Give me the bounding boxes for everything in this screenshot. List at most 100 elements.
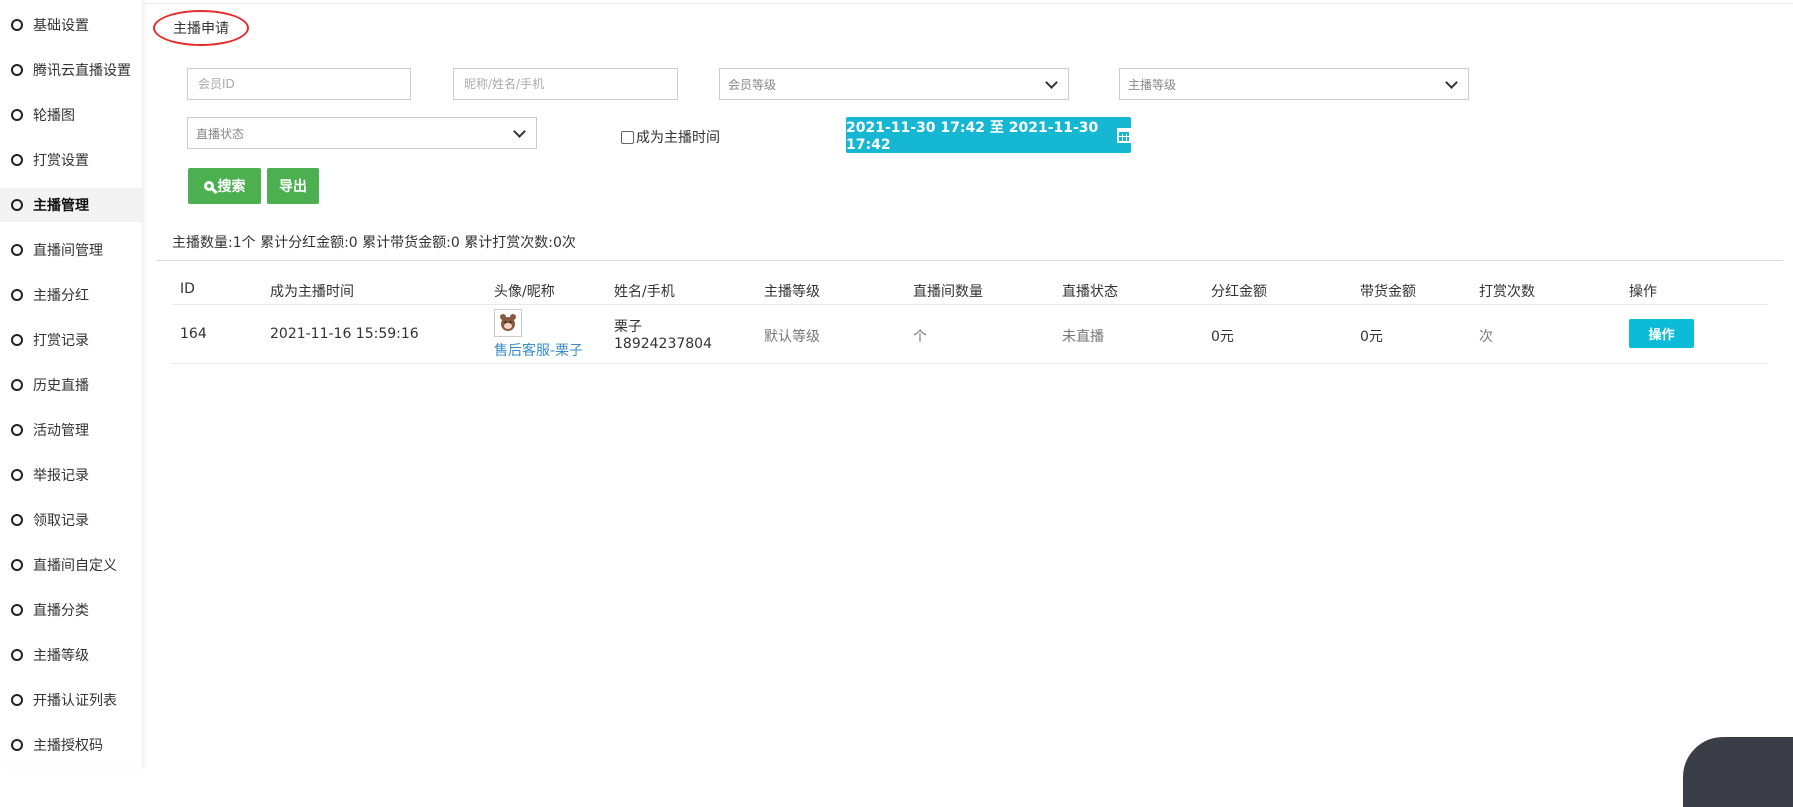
- header-divider: [172, 304, 1768, 305]
- sidebar: 基础设置 腾讯云直播设置 轮播图 打赏设置 主播管理 直播间管理 主播分红 打赏…: [0, 0, 143, 767]
- avatar: [494, 309, 522, 337]
- cell-rooms: 个: [913, 329, 927, 345]
- member-id-input[interactable]: [196, 76, 402, 92]
- sidebar-item-anchor-management[interactable]: 主播管理: [0, 188, 142, 222]
- circle-icon: [11, 334, 23, 346]
- search-button[interactable]: 搜索: [188, 168, 261, 204]
- circle-icon: [11, 154, 23, 166]
- tab-anchor-application[interactable]: 主播申请: [153, 10, 249, 46]
- chevron-down-icon: [513, 124, 526, 138]
- circle-icon: [11, 514, 23, 526]
- sidebar-item-tip-records[interactable]: 打赏记录: [0, 323, 142, 357]
- header-dividend: 分红金额: [1211, 284, 1267, 300]
- checkbox-label: 成为主播时间: [636, 130, 720, 146]
- header-level: 主播等级: [764, 284, 820, 300]
- anchor-level-select[interactable]: 主播等级: [1119, 68, 1469, 100]
- sidebar-item-label: 直播分类: [33, 603, 89, 619]
- sidebar-item-label: 主播授权码: [33, 738, 103, 754]
- circle-icon: [11, 739, 23, 751]
- section-divider: [157, 260, 1783, 261]
- circle-icon: [11, 694, 23, 706]
- header-status: 直播状态: [1062, 284, 1118, 300]
- sidebar-item-label: 领取记录: [33, 513, 89, 529]
- cell-goods: 0元: [1360, 329, 1383, 345]
- sidebar-item-label: 主播管理: [33, 198, 89, 214]
- circle-icon: [11, 649, 23, 661]
- member-id-field[interactable]: [187, 68, 411, 100]
- sidebar-item-room-custom[interactable]: 直播间自定义: [0, 548, 142, 582]
- sidebar-item-room-management[interactable]: 直播间管理: [0, 233, 142, 267]
- name-phone-field[interactable]: [453, 68, 678, 100]
- sidebar-item-carousel[interactable]: 轮播图: [0, 98, 142, 132]
- header-tips: 打赏次数: [1479, 284, 1535, 300]
- circle-icon: [11, 604, 23, 616]
- sidebar-item-label: 打赏记录: [33, 333, 89, 349]
- sidebar-item-live-category[interactable]: 直播分类: [0, 593, 142, 627]
- cell-nickname[interactable]: 售后客服-栗子: [494, 340, 583, 360]
- sidebar-item-label: 开播认证列表: [33, 693, 117, 709]
- cell-name: 栗子: [614, 319, 642, 335]
- top-divider: [142, 3, 1793, 4]
- header-op: 操作: [1629, 284, 1657, 300]
- sidebar-item-certification-list[interactable]: 开播认证列表: [0, 683, 142, 717]
- header-rooms: 直播间数量: [913, 284, 983, 300]
- member-level-select[interactable]: 会员等级: [719, 68, 1069, 100]
- select-value: 主播等级: [1128, 77, 1177, 92]
- circle-icon: [11, 469, 23, 481]
- circle-icon: [11, 109, 23, 121]
- export-button[interactable]: 导出: [267, 168, 319, 204]
- sidebar-item-label: 基础设置: [33, 18, 89, 34]
- select-value: 会员等级: [728, 77, 777, 92]
- circle-icon: [11, 244, 23, 256]
- header-avatar: 头像/昵称: [494, 284, 555, 300]
- cell-tips: 次: [1479, 329, 1493, 345]
- select-value: 直播状态: [196, 126, 245, 141]
- circle-icon: [11, 559, 23, 571]
- sidebar-item-anchor-level[interactable]: 主播等级: [0, 638, 142, 672]
- floating-widget[interactable]: [1683, 737, 1793, 807]
- sidebar-item-tip-settings[interactable]: 打赏设置: [0, 143, 142, 177]
- cell-phone: 18924237804: [614, 336, 712, 352]
- checkbox-box[interactable]: [621, 130, 634, 144]
- chevron-down-icon: [1045, 75, 1058, 89]
- sidebar-item-history-live[interactable]: 历史直播: [0, 368, 142, 402]
- circle-icon: [11, 64, 23, 76]
- date-range-text: 2021-11-30 17:42 至 2021-11-30 17:42: [846, 120, 1099, 153]
- sidebar-item-label: 直播间自定义: [33, 558, 117, 574]
- chevron-down-icon: [1445, 75, 1458, 89]
- sidebar-item-activity-management[interactable]: 活动管理: [0, 413, 142, 447]
- header-name: 姓名/手机: [614, 284, 675, 300]
- circle-icon: [11, 289, 23, 301]
- header-goods: 带货金额: [1360, 284, 1416, 300]
- search-button-label: 搜索: [217, 179, 246, 195]
- sidebar-item-claim-records[interactable]: 领取记录: [0, 503, 142, 537]
- summary-stats: 主播数量:1个 累计分红金额:0 累计带货金额:0 累计打赏次数:0次: [172, 235, 576, 251]
- sidebar-item-anchor-dividend[interactable]: 主播分红: [0, 278, 142, 312]
- header-id: ID: [180, 281, 195, 297]
- sidebar-item-label: 轮播图: [33, 108, 75, 124]
- sidebar-item-label: 腾讯云直播设置: [33, 63, 131, 79]
- circle-icon: [11, 199, 23, 211]
- date-range-picker[interactable]: 2021-11-30 17:42 至 2021-11-30 17:42: [846, 117, 1131, 153]
- search-icon: [203, 181, 214, 191]
- sidebar-item-tencent-live-settings[interactable]: 腾讯云直播设置: [0, 53, 142, 87]
- become-anchor-time-checkbox[interactable]: 成为主播时间: [621, 127, 720, 147]
- circle-icon: [11, 424, 23, 436]
- name-phone-input[interactable]: [462, 76, 669, 92]
- sidebar-item-report-records[interactable]: 举报记录: [0, 458, 142, 492]
- calendar-icon: [1117, 127, 1131, 143]
- sidebar-item-auth-code[interactable]: 主播授权码: [0, 728, 142, 762]
- sidebar-item-basic-settings[interactable]: 基础设置: [0, 8, 142, 42]
- operate-button[interactable]: 操作: [1629, 319, 1694, 348]
- sidebar-item-label: 主播等级: [33, 648, 89, 664]
- cell-dividend: 0元: [1211, 329, 1234, 345]
- avatar-image: [500, 314, 516, 331]
- live-status-select[interactable]: 直播状态: [187, 117, 537, 149]
- header-time: 成为主播时间: [270, 284, 354, 300]
- sidebar-item-label: 主播分红: [33, 288, 89, 304]
- sidebar-item-label: 打赏设置: [33, 153, 89, 169]
- sidebar-item-label: 直播间管理: [33, 243, 103, 259]
- sidebar-item-label: 举报记录: [33, 468, 89, 484]
- row-divider: [172, 363, 1768, 364]
- cell-time: 2021-11-16 15:59:16: [270, 326, 419, 342]
